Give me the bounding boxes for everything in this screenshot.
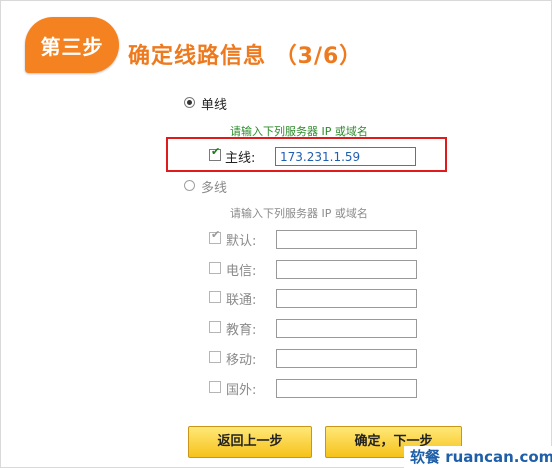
line-input-mobile[interactable] — [276, 349, 417, 368]
step-badge: 第三步 — [25, 17, 119, 73]
line-checkbox-telecom[interactable] — [209, 262, 221, 274]
main-line-checkbox[interactable]: ✔ — [209, 145, 221, 161]
checkmark-icon: ✔ — [211, 145, 221, 158]
line-checkbox-mobile[interactable] — [209, 351, 221, 363]
multi-line-label: 多线 — [201, 181, 228, 196]
line-input-overseas[interactable] — [276, 379, 417, 398]
line-input-unicom[interactable] — [276, 289, 417, 308]
line-input-education[interactable] — [276, 319, 417, 338]
line-input-default[interactable] — [276, 230, 417, 249]
multi-line-radio[interactable] — [184, 180, 195, 191]
line-label-education: 教育: — [226, 323, 257, 338]
line-checkbox-unicom[interactable] — [209, 291, 221, 303]
page-title: 确定线路信息 （3/6） — [128, 44, 363, 69]
line-checkbox-education[interactable] — [209, 321, 221, 333]
line-label-telecom: 电信: — [226, 264, 257, 279]
checkmark-icon: ✔ — [211, 228, 221, 241]
line-checkbox-default[interactable]: ✔ — [209, 228, 221, 244]
single-line-label: 单线 — [201, 98, 228, 113]
line-label-overseas: 国外: — [226, 383, 257, 398]
step-badge-text: 第三步 — [40, 35, 104, 59]
back-button[interactable]: 返回上一步 — [188, 426, 312, 458]
watermark: 软餐 ruancan.com — [404, 446, 552, 468]
single-line-radio[interactable] — [184, 97, 195, 108]
multi-line-hint: 请输入下列服务器 IP 或域名 — [230, 207, 368, 220]
main-line-input[interactable]: 173.231.1.59 — [275, 147, 416, 166]
line-checkbox-overseas[interactable] — [209, 381, 221, 393]
main-line-label: 主线: — [225, 151, 256, 166]
line-label-mobile: 移动: — [226, 353, 257, 368]
line-input-telecom[interactable] — [276, 260, 417, 279]
line-label-default: 默认: — [226, 234, 257, 249]
line-label-unicom: 联通: — [226, 293, 257, 308]
